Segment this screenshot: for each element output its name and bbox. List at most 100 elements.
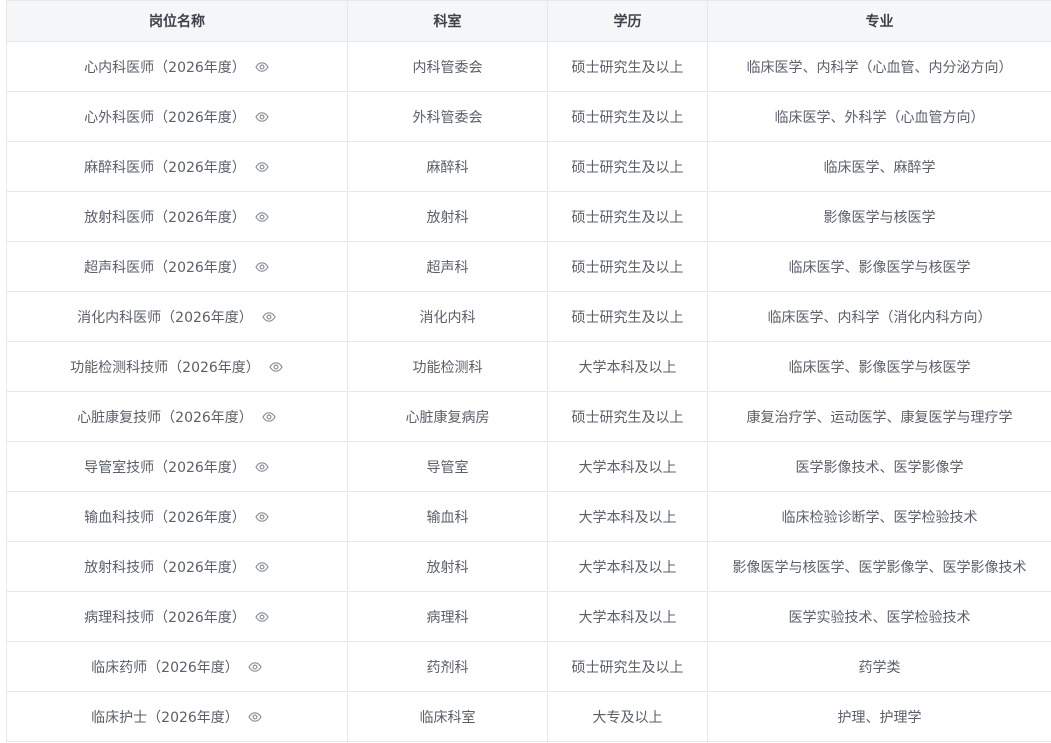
position-wrap: 导管室技师（2026年度） bbox=[84, 457, 270, 477]
education-cell: 大学本科及以上 bbox=[547, 541, 708, 592]
header-position: 岗位名称 bbox=[6, 0, 348, 42]
eye-icon[interactable] bbox=[254, 609, 270, 625]
dept-cell: 病理科 bbox=[347, 591, 548, 642]
education-cell: 硕士研究生及以上 bbox=[547, 141, 708, 192]
major-cell: 影像医学与核医学 bbox=[707, 191, 1051, 242]
table-row: 临床护士（2026年度） 临床科室 大专及以上 护理、护理学 bbox=[6, 691, 1051, 742]
eye-icon[interactable] bbox=[254, 159, 270, 175]
education-cell: 大学本科及以上 bbox=[547, 491, 708, 542]
table-row: 超声科医师（2026年度） 超声科 硕士研究生及以上 临床医学、影像医学与核医学 bbox=[6, 241, 1051, 292]
education-cell: 硕士研究生及以上 bbox=[547, 241, 708, 292]
job-table-container: 岗位名称 科室 学历 专业 心内科医师（2026年度） 内科管委会 硕士研究生及… bbox=[6, 0, 1051, 743]
table-row: 临床药师（2026年度） 药剂科 硕士研究生及以上 药学类 bbox=[6, 641, 1051, 692]
major-cell: 医学实验技术、医学检验技术 bbox=[707, 591, 1051, 642]
eye-icon[interactable] bbox=[261, 309, 277, 325]
position-wrap: 临床护士（2026年度） bbox=[91, 707, 263, 727]
dept-cell: 内科管委会 bbox=[347, 41, 548, 92]
eye-icon[interactable] bbox=[254, 559, 270, 575]
position-name[interactable]: 放射科技师（2026年度） bbox=[84, 557, 246, 577]
header-dept: 科室 bbox=[347, 0, 548, 42]
dept-cell: 心脏康复病房 bbox=[347, 391, 548, 442]
position-wrap: 功能检测科技师（2026年度） bbox=[70, 357, 284, 377]
position-cell: 临床护士（2026年度） bbox=[6, 691, 348, 742]
position-cell: 输血科技师（2026年度） bbox=[6, 491, 348, 542]
table-row: 放射科医师（2026年度） 放射科 硕士研究生及以上 影像医学与核医学 bbox=[6, 191, 1051, 242]
table-row: 导管室技师（2026年度） 导管室 大学本科及以上 医学影像技术、医学影像学 bbox=[6, 441, 1051, 492]
table-row: 功能检测科技师（2026年度） 功能检测科 大学本科及以上 临床医学、影像医学与… bbox=[6, 341, 1051, 392]
position-wrap: 心内科医师（2026年度） bbox=[84, 57, 270, 77]
eye-icon[interactable] bbox=[261, 409, 277, 425]
eye-icon[interactable] bbox=[254, 459, 270, 475]
position-name[interactable]: 心外科医师（2026年度） bbox=[84, 107, 246, 127]
education-cell: 硕士研究生及以上 bbox=[547, 641, 708, 692]
major-cell: 康复治疗学、运动医学、康复医学与理疗学 bbox=[707, 391, 1051, 442]
position-cell: 放射科医师（2026年度） bbox=[6, 191, 348, 242]
major-cell: 临床检验诊断学、医学检验技术 bbox=[707, 491, 1051, 542]
position-name[interactable]: 消化内科医师（2026年度） bbox=[77, 307, 253, 327]
position-name[interactable]: 放射科医师（2026年度） bbox=[84, 207, 246, 227]
position-name[interactable]: 超声科医师（2026年度） bbox=[84, 257, 246, 277]
table-row: 麻醉科医师（2026年度） 麻醉科 硕士研究生及以上 临床医学、麻醉学 bbox=[6, 141, 1051, 192]
position-wrap: 消化内科医师（2026年度） bbox=[77, 307, 277, 327]
position-name[interactable]: 心脏康复技师（2026年度） bbox=[77, 407, 253, 427]
position-wrap: 麻醉科医师（2026年度） bbox=[84, 157, 270, 177]
dept-cell: 输血科 bbox=[347, 491, 548, 542]
education-cell: 大学本科及以上 bbox=[547, 441, 708, 492]
eye-icon[interactable] bbox=[247, 659, 263, 675]
dept-cell: 导管室 bbox=[347, 441, 548, 492]
position-name[interactable]: 输血科技师（2026年度） bbox=[84, 507, 246, 527]
education-cell: 大学本科及以上 bbox=[547, 341, 708, 392]
position-name[interactable]: 麻醉科医师（2026年度） bbox=[84, 157, 246, 177]
table-row: 病理科技师（2026年度） 病理科 大学本科及以上 医学实验技术、医学检验技术 bbox=[6, 591, 1051, 642]
major-cell: 医学影像技术、医学影像学 bbox=[707, 441, 1051, 492]
position-name[interactable]: 功能检测科技师（2026年度） bbox=[70, 357, 260, 377]
eye-icon[interactable] bbox=[268, 359, 284, 375]
position-name[interactable]: 病理科技师（2026年度） bbox=[84, 607, 246, 627]
major-cell: 药学类 bbox=[707, 641, 1051, 692]
education-cell: 硕士研究生及以上 bbox=[547, 91, 708, 142]
major-cell: 临床医学、影像医学与核医学 bbox=[707, 341, 1051, 392]
dept-cell: 超声科 bbox=[347, 241, 548, 292]
major-cell: 影像医学与核医学、医学影像学、医学影像技术 bbox=[707, 541, 1051, 592]
position-wrap: 放射科医师（2026年度） bbox=[84, 207, 270, 227]
education-cell: 大专及以上 bbox=[547, 691, 708, 742]
position-wrap: 病理科技师（2026年度） bbox=[84, 607, 270, 627]
position-cell: 麻醉科医师（2026年度） bbox=[6, 141, 348, 192]
position-cell: 放射科技师（2026年度） bbox=[6, 541, 348, 592]
position-wrap: 输血科技师（2026年度） bbox=[84, 507, 270, 527]
table-header: 岗位名称 科室 学历 专业 bbox=[6, 0, 1051, 42]
eye-icon[interactable] bbox=[254, 209, 270, 225]
eye-icon[interactable] bbox=[247, 709, 263, 725]
eye-icon[interactable] bbox=[254, 59, 270, 75]
position-cell: 病理科技师（2026年度） bbox=[6, 591, 348, 642]
dept-cell: 临床科室 bbox=[347, 691, 548, 742]
education-cell: 硕士研究生及以上 bbox=[547, 291, 708, 342]
eye-icon[interactable] bbox=[254, 259, 270, 275]
position-name[interactable]: 导管室技师（2026年度） bbox=[84, 457, 246, 477]
dept-cell: 功能检测科 bbox=[347, 341, 548, 392]
major-cell: 临床医学、外科学（心血管方向） bbox=[707, 91, 1051, 142]
position-cell: 临床药师（2026年度） bbox=[6, 641, 348, 692]
eye-icon[interactable] bbox=[254, 509, 270, 525]
major-cell: 临床医学、内科学（消化内科方向） bbox=[707, 291, 1051, 342]
table-row: 心内科医师（2026年度） 内科管委会 硕士研究生及以上 临床医学、内科学（心血… bbox=[6, 41, 1051, 92]
table-row: 放射科技师（2026年度） 放射科 大学本科及以上 影像医学与核医学、医学影像学… bbox=[6, 541, 1051, 592]
position-cell: 导管室技师（2026年度） bbox=[6, 441, 348, 492]
table-row: 心脏康复技师（2026年度） 心脏康复病房 硕士研究生及以上 康复治疗学、运动医… bbox=[6, 391, 1051, 442]
education-cell: 大学本科及以上 bbox=[547, 591, 708, 642]
dept-cell: 放射科 bbox=[347, 541, 548, 592]
position-cell: 心外科医师（2026年度） bbox=[6, 91, 348, 142]
position-name[interactable]: 临床护士（2026年度） bbox=[91, 707, 239, 727]
position-cell: 心内科医师（2026年度） bbox=[6, 41, 348, 92]
header-major: 专业 bbox=[707, 0, 1051, 42]
dept-cell: 麻醉科 bbox=[347, 141, 548, 192]
position-cell: 消化内科医师（2026年度） bbox=[6, 291, 348, 342]
eye-icon[interactable] bbox=[254, 109, 270, 125]
education-cell: 硕士研究生及以上 bbox=[547, 191, 708, 242]
position-name[interactable]: 临床药师（2026年度） bbox=[91, 657, 239, 677]
position-name[interactable]: 心内科医师（2026年度） bbox=[84, 57, 246, 77]
table-row: 输血科技师（2026年度） 输血科 大学本科及以上 临床检验诊断学、医学检验技术 bbox=[6, 491, 1051, 542]
table-row: 心外科医师（2026年度） 外科管委会 硕士研究生及以上 临床医学、外科学（心血… bbox=[6, 91, 1051, 142]
education-cell: 硕士研究生及以上 bbox=[547, 41, 708, 92]
dept-cell: 放射科 bbox=[347, 191, 548, 242]
